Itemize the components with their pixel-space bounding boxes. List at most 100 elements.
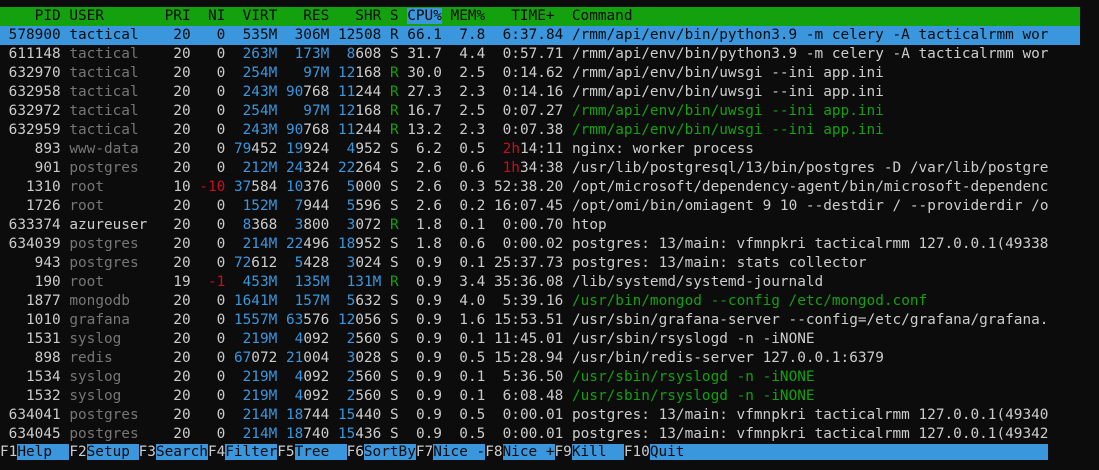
pri: 20	[147, 160, 191, 176]
process-row[interactable]: 633374 azureuser 20 0 8368 3800 3072 R 1…	[0, 216, 1099, 235]
virt: 214M	[242, 236, 278, 252]
virt: 263M	[242, 46, 278, 62]
process-row[interactable]: 634039 postgres 20 0 214M 22496 18952 S …	[0, 235, 1099, 254]
state: S	[390, 369, 399, 385]
header-shr[interactable]: SHR	[329, 8, 381, 24]
res: 4092	[294, 388, 330, 404]
ni: 0	[190, 331, 226, 347]
time: 0:14.16	[485, 84, 564, 100]
process-row[interactable]: 634041 postgres 20 0 214M 18744 15440 S …	[0, 406, 1099, 425]
state: R	[389, 84, 399, 100]
fkey-f4-button[interactable]: Filter	[225, 444, 278, 460]
fkey-f7-button[interactable]: Nice -	[433, 444, 486, 460]
header-cpu[interactable]: CPU%	[407, 8, 442, 24]
header-virt[interactable]: VIRT	[225, 8, 278, 24]
process-row[interactable]: 1726 root 20 0 152M 7944 5596 S 2.6 0.2 …	[0, 197, 1099, 216]
process-row[interactable]: 901 postgres 20 0 212M 24324 22264 S 2.6…	[0, 159, 1099, 178]
header-state[interactable]: S	[381, 8, 407, 24]
fkey-f5-button[interactable]: Tree	[294, 444, 347, 460]
fkey-f2-button[interactable]: Setup	[86, 444, 139, 460]
cpu: 0.9	[398, 426, 442, 442]
function-key-bar: F1Help F2Setup F3SearchF4FilterF5Tree F6…	[0, 443, 1080, 462]
process-row[interactable]: 611148 tactical 20 0 263M 173M 8608 S 31…	[0, 45, 1099, 64]
process-row[interactable]: 1534 syslog 20 0 219M 4092 2560 S 0.9 0.…	[0, 368, 1099, 387]
pri: 20	[147, 236, 191, 252]
state: R	[389, 103, 399, 119]
shr: 12056	[337, 312, 382, 328]
res: 97M	[303, 103, 330, 119]
user: redis	[69, 350, 148, 366]
shr: 3028	[346, 350, 382, 366]
command: /lib/systemd/systemd-journald	[563, 274, 824, 290]
fkey-f3-button[interactable]: Search	[155, 444, 208, 460]
ni: 0	[190, 369, 226, 385]
header-res[interactable]: RES	[277, 8, 329, 24]
process-row[interactable]: 632958 tactical 20 0 243M 90768 11244 R …	[0, 83, 1099, 102]
ni: 0	[190, 407, 226, 423]
command: /rmm/api/env/bin/uwsgi --ini app.ini	[563, 103, 884, 119]
pri: 20	[147, 46, 191, 62]
header-pid[interactable]: PID	[0, 8, 61, 24]
fkey-f9-button[interactable]: Kill	[571, 444, 624, 460]
header-mem[interactable]: MEM%	[442, 8, 486, 24]
fkey-f1-button[interactable]: Help	[17, 444, 70, 460]
fkey-f1: F1	[0, 444, 18, 460]
pid: 901	[0, 160, 61, 176]
process-row[interactable]: 1310 root 10 -10 37584 10376 5000 S 2.6 …	[0, 178, 1099, 197]
process-row[interactable]: 943 postgres 20 0 72612 5428 3024 S 0.9 …	[0, 254, 1099, 273]
header-ni[interactable]: NI	[191, 8, 225, 24]
virt: 219M	[242, 331, 278, 347]
header-time[interactable]: TIME+	[485, 8, 563, 24]
mem: 0.5	[441, 426, 486, 442]
cpu: 1.8	[398, 217, 443, 233]
process-row[interactable]: 1010 grafana 20 0 1557M 63576 12056 S 0.…	[0, 311, 1099, 330]
process-row[interactable]: 898 redis 20 0 67072 21004 3028 S 0.9 0.…	[0, 349, 1099, 368]
process-row[interactable]: 632972 tactical 20 0 254M 97M 12168 R 16…	[0, 102, 1099, 121]
fkey-f8-button[interactable]: Nice +	[502, 444, 555, 460]
process-row[interactable]: 190 root 19 -1 453M 135M 131M R 0.9 3.4 …	[0, 273, 1099, 292]
res: 7944	[294, 198, 330, 214]
time: 6:08.48	[485, 388, 564, 404]
mem: 0.1	[442, 255, 486, 271]
shr: 5596	[346, 198, 382, 214]
pri: 20	[147, 369, 191, 385]
header-user[interactable]: USER	[61, 8, 148, 24]
process-row[interactable]: 632959 tactical 20 0 243M 90768 11244 R …	[0, 121, 1099, 140]
fkey-f10-button[interactable]: Quit	[649, 444, 1049, 460]
process-row[interactable]: 634045 postgres 20 0 214M 18740 15436 S …	[0, 425, 1099, 444]
cpu: 0.9	[398, 350, 442, 366]
state: R	[390, 217, 399, 233]
column-header: PID USER PRI NI VIRT RES SHR S CPU% MEM%…	[0, 7, 1080, 26]
header-command[interactable]: Command	[563, 8, 633, 24]
state: S	[389, 236, 399, 252]
process-row[interactable]: 632970 tactical 20 0 254M 97M 12168 R 30…	[0, 64, 1099, 83]
process-row[interactable]: 1531 syslog 20 0 219M 4092 2560 S 0.9 0.…	[0, 330, 1099, 349]
process-row[interactable]: 1532 syslog 20 0 219M 4092 2560 S 0.9 0.…	[0, 387, 1099, 406]
fkey-f8: F8	[485, 444, 503, 460]
state: S	[390, 388, 399, 404]
process-row[interactable]: 893 www-data 20 0 79452 19924 4952 S 6.2…	[0, 140, 1099, 159]
process-row[interactable]: 1877 mongodb 20 0 1641M 157M 5632 S 0.9 …	[0, 292, 1099, 311]
fkey-f6-button[interactable]: SortBy	[363, 444, 416, 460]
cpu: 0.9	[398, 274, 442, 290]
process-row[interactable]: 578900 tactical 20 0 535M 306M 12508 R 6…	[0, 26, 1080, 45]
header-pri[interactable]: PRI	[147, 8, 191, 24]
virt: 79452	[233, 141, 278, 157]
ni: 0	[190, 65, 226, 81]
